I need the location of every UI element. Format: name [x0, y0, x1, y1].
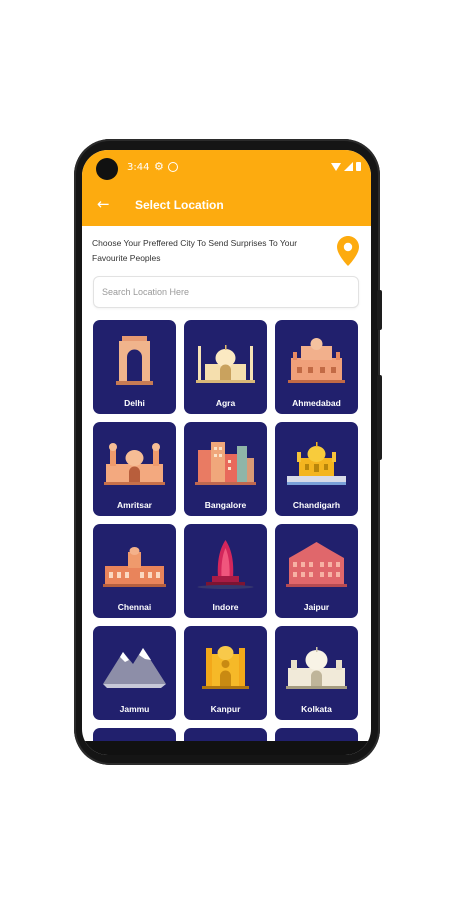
city-card-delhi[interactable]: Delhi — [93, 320, 176, 414]
city-card-kolkata[interactable]: Kolkata — [275, 626, 358, 720]
search-placeholder: Search Location Here — [102, 287, 190, 297]
city-card-indore[interactable]: Indore — [184, 524, 267, 618]
city-name: Jaipur — [303, 602, 330, 612]
app-screen: 3:44 ⚙ ← Select Location Choose Your Pre… — [82, 150, 371, 755]
city-card-ahmedabad[interactable]: Ahmedabad — [275, 320, 358, 414]
city-card-jaipur[interactable]: Jaipur — [275, 524, 358, 618]
temple-icon — [197, 540, 254, 589]
settings-icon: ⚙ — [154, 160, 164, 173]
app-bar: 3:44 ⚙ ← Select Location — [82, 150, 371, 226]
city-name: Indore — [212, 602, 239, 612]
city-card-chandigarh[interactable]: Chandigarh — [275, 422, 358, 516]
city-grid: Delhi Agra Ahmedabad Amritsar Bangalore … — [93, 320, 358, 750]
fort-icon — [288, 338, 345, 383]
mountain-icon — [103, 648, 166, 688]
city-card-bangalore[interactable]: Bangalore — [184, 422, 267, 516]
colonial-building-icon — [103, 547, 166, 587]
taj-mahal-icon — [196, 345, 255, 383]
signal-icon — [344, 162, 353, 171]
victoria-memorial-icon — [286, 647, 347, 689]
city-card-agra[interactable]: Agra — [184, 320, 267, 414]
location-pin-icon[interactable] — [337, 236, 359, 266]
memorial-icon — [202, 646, 249, 689]
battery-icon — [356, 162, 361, 171]
city-name: Delhi — [124, 398, 145, 408]
palace-icon — [104, 443, 165, 485]
city-name: Amritsar — [117, 500, 152, 510]
city-name: Bangalore — [204, 500, 247, 510]
page-title: Select Location — [135, 198, 224, 212]
front-camera — [96, 158, 118, 180]
status-time: 3:44 — [127, 162, 150, 173]
search-input[interactable]: Search Location Here — [93, 276, 359, 308]
golden-temple-icon — [287, 442, 346, 485]
city-name: Chennai — [117, 602, 152, 612]
city-card-amritsar[interactable]: Amritsar — [93, 422, 176, 516]
system-nav-bar — [82, 741, 371, 755]
system-icons — [331, 162, 361, 171]
city-name: Kanpur — [210, 704, 241, 714]
city-card-chennai[interactable]: Chennai — [93, 524, 176, 618]
city-name: Kolkata — [301, 704, 332, 714]
wifi-icon — [331, 162, 341, 171]
city-name: Chandigarh — [292, 500, 341, 510]
city-card-jammu[interactable]: Jammu — [93, 626, 176, 720]
city-name: Jammu — [119, 704, 150, 714]
hawa-mahal-icon — [286, 542, 347, 587]
power-button — [377, 375, 382, 460]
volume-button — [377, 290, 382, 330]
city-skyline-icon — [195, 442, 256, 485]
intro-text: Choose Your Preffered City To Send Surpr… — [92, 238, 298, 263]
city-name: Ahmedabad — [292, 398, 341, 408]
city-card-kanpur[interactable]: Kanpur — [184, 626, 267, 720]
status-bar: 3:44 ⚙ — [82, 156, 371, 180]
notification-icon — [168, 162, 178, 172]
city-name: Agra — [215, 398, 236, 408]
india-gate-icon — [116, 336, 153, 385]
arrow-back-icon[interactable]: ← — [97, 197, 110, 212]
title-bar: ← Select Location — [82, 188, 371, 222]
